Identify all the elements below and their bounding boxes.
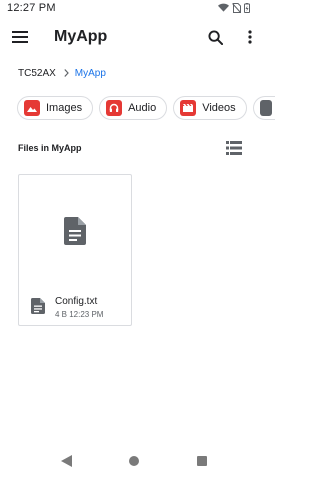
nav-recents-icon[interactable] [197, 456, 207, 466]
file-meta: 4 B 12:23 PM [55, 310, 104, 319]
chevron-right-icon [64, 69, 69, 77]
category-chips: Images Audio Videos [17, 96, 275, 120]
chip-audio[interactable]: Audio [99, 96, 168, 120]
wifi-icon [218, 3, 229, 12]
app-bar: MyApp [0, 18, 270, 56]
status-time: 12:27 PM [7, 2, 56, 14]
nav-home-icon[interactable] [129, 456, 139, 466]
list-view-icon[interactable] [226, 141, 242, 155]
text-file-large-icon [64, 217, 86, 245]
breadcrumb-item-root[interactable]: TC52AX [18, 68, 56, 79]
image-icon [24, 100, 40, 116]
search-icon [207, 29, 223, 45]
system-nav-bar [0, 440, 270, 480]
status-icons [218, 3, 250, 13]
nav-back-icon[interactable] [61, 455, 72, 467]
headphones-icon [106, 100, 123, 116]
file-thumbnail [19, 175, 131, 287]
breadcrumb-item-current[interactable]: MyApp [75, 68, 106, 79]
chip-documents[interactable] [252, 96, 275, 120]
more-options-button[interactable] [240, 26, 260, 48]
menu-button[interactable] [10, 27, 30, 47]
menu-icon [12, 31, 28, 43]
no-sim-icon [232, 3, 241, 13]
chip-videos[interactable]: Videos [173, 96, 247, 120]
chip-audio-label: Audio [128, 102, 157, 114]
file-card[interactable]: Config.txt 4 B 12:23 PM [18, 174, 132, 326]
search-button[interactable] [204, 26, 226, 48]
more-vert-icon [248, 30, 252, 44]
movie-icon [180, 100, 197, 116]
document-icon [259, 100, 272, 116]
text-file-icon [31, 298, 45, 314]
app-title: MyApp [54, 28, 108, 45]
file-info: Config.txt 4 B 12:23 PM [31, 296, 103, 319]
chip-images-label: Images [46, 102, 83, 114]
battery-icon [244, 3, 250, 13]
breadcrumb: TC52AX MyApp [18, 66, 106, 80]
status-bar: 12:27 PM [0, 0, 270, 18]
files-section-header: Files in MyApp [18, 143, 82, 153]
chip-images[interactable]: Images [17, 96, 94, 120]
file-name: Config.txt [55, 296, 98, 307]
chip-videos-label: Videos [202, 102, 236, 114]
